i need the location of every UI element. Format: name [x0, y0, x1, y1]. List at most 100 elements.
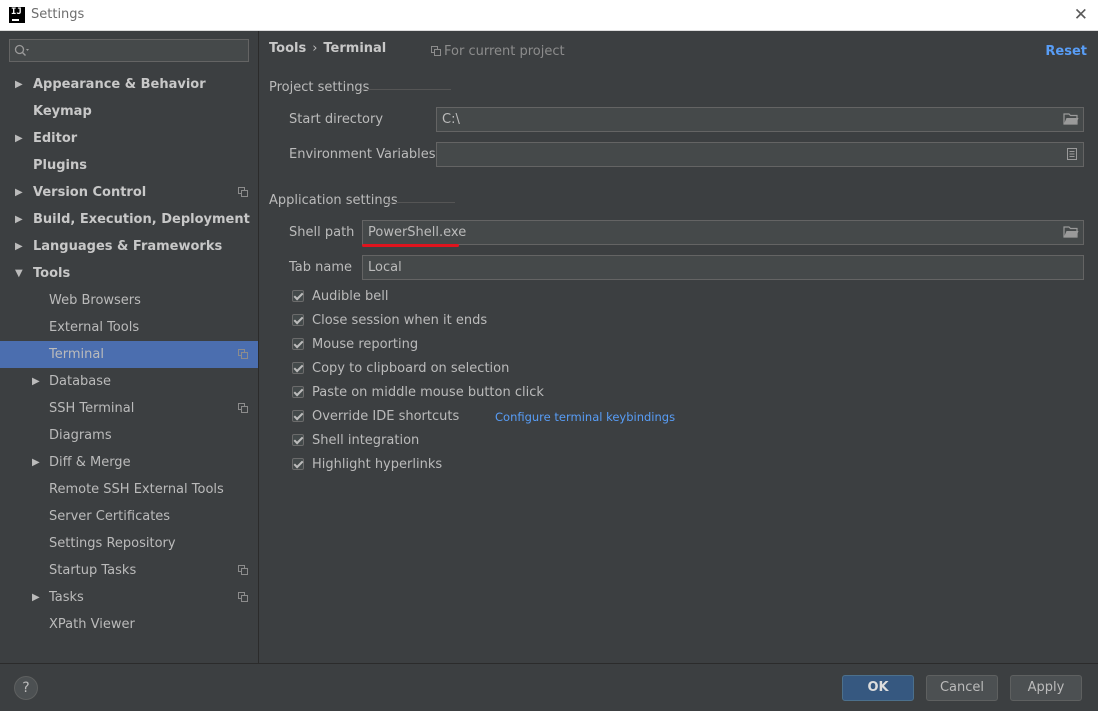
- checkbox-checked-icon[interactable]: [292, 458, 304, 470]
- chevron-right-icon[interactable]: ▶: [15, 125, 23, 152]
- checkbox-label: Mouse reporting: [312, 337, 419, 352]
- sidebar-item-xpath-viewer[interactable]: XPath Viewer: [0, 611, 258, 638]
- section-title: Application settings: [269, 193, 398, 208]
- breadcrumb: Tools › Terminal: [269, 41, 386, 56]
- edit-list-icon[interactable]: [1065, 147, 1079, 161]
- shell-path-value: PowerShell.exe: [368, 225, 467, 240]
- env-vars-field[interactable]: [436, 142, 1084, 167]
- help-button[interactable]: ?: [14, 676, 38, 700]
- settings-sidebar: ▶ Appearance & Behavior Keymap ▶ Editor Plugi…: [0, 31, 259, 663]
- sidebar-item-diagrams[interactable]: Diagrams: [0, 422, 258, 449]
- section-divider: [385, 202, 455, 203]
- folder-icon[interactable]: [1063, 225, 1079, 239]
- sidebar-item-label: Appearance & Behavior: [33, 77, 206, 92]
- search-icon: [14, 44, 29, 56]
- chevron-down-icon[interactable]: ▼: [15, 260, 23, 287]
- sidebar-item-startup-tasks[interactable]: Startup Tasks: [0, 557, 258, 584]
- sidebar-item-label: SSH Terminal: [49, 401, 135, 416]
- section-title: Project settings: [269, 80, 370, 95]
- sidebar-item-label: Tools: [33, 266, 71, 281]
- checkbox-checked-icon[interactable]: [292, 434, 304, 446]
- window-title: Settings: [31, 7, 85, 22]
- apply-button[interactable]: Apply: [1010, 675, 1082, 701]
- chevron-right-icon[interactable]: ▶: [32, 368, 40, 395]
- dialog-footer: ? OK Cancel Apply: [0, 663, 1098, 711]
- checkbox-label: Shell integration: [312, 433, 420, 448]
- settings-content: Tools › Terminal For current project Reset…: [259, 31, 1098, 663]
- breadcrumb-terminal: Terminal: [323, 41, 387, 56]
- sidebar-item-ssh-terminal[interactable]: SSH Terminal: [0, 395, 258, 422]
- sidebar-item-label: Web Browsers: [49, 293, 141, 308]
- sidebar-item-tools[interactable]: ▼ Tools: [0, 260, 258, 287]
- checkbox-label: Highlight hyperlinks: [312, 457, 443, 472]
- sidebar-item-settings-repository[interactable]: Settings Repository: [0, 530, 258, 557]
- tab-name-label: Tab name: [289, 260, 353, 275]
- checkbox-checked-icon[interactable]: [292, 386, 304, 398]
- sidebar-item-appearance-behavior[interactable]: ▶ Appearance & Behavior: [0, 71, 258, 98]
- chevron-right-icon[interactable]: ▶: [15, 233, 23, 260]
- start-directory-value: C:\: [442, 112, 460, 127]
- checkbox-label: Override IDE shortcuts: [312, 409, 460, 424]
- folder-icon[interactable]: [1063, 112, 1079, 126]
- sidebar-item-editor[interactable]: ▶ Editor: [0, 125, 258, 152]
- chevron-right-icon[interactable]: ▶: [15, 206, 23, 233]
- sidebar-item-label: Remote SSH External Tools: [49, 482, 224, 497]
- sidebar-item-label: Database: [49, 374, 112, 389]
- shell-path-label: Shell path: [289, 225, 355, 240]
- scope-indicator: For current project: [431, 44, 565, 59]
- scope-label: For current project: [444, 44, 565, 59]
- sidebar-item-web-browsers[interactable]: Web Browsers: [0, 287, 258, 314]
- intellij-logo-icon: IJ: [9, 7, 25, 23]
- breadcrumb-separator: ›: [312, 41, 318, 56]
- chevron-right-icon[interactable]: ▶: [32, 584, 40, 611]
- sidebar-item-label: Build, Execution, Deployment: [33, 212, 250, 227]
- chevron-right-icon[interactable]: ▶: [15, 179, 23, 206]
- ok-button[interactable]: OK: [842, 675, 914, 701]
- checkbox-checked-icon[interactable]: [292, 314, 304, 326]
- sidebar-item-remote-ssh-external-tools[interactable]: Remote SSH External Tools: [0, 476, 258, 503]
- checkbox-checked-icon[interactable]: [292, 338, 304, 350]
- project-settings-section: Project settings: [269, 80, 1088, 95]
- checkbox-checked-icon[interactable]: [292, 410, 304, 422]
- sidebar-item-version-control[interactable]: ▶ Version Control: [0, 179, 258, 206]
- sidebar-item-label: Keymap: [33, 104, 92, 119]
- sidebar-item-label: XPath Viewer: [49, 617, 135, 632]
- tab-name-value: Local: [368, 260, 402, 275]
- sidebar-item-database[interactable]: ▶ Database: [0, 368, 258, 395]
- checkbox-checked-icon[interactable]: [292, 290, 304, 302]
- sidebar-item-server-certificates[interactable]: Server Certificates: [0, 503, 258, 530]
- configure-keybindings-link[interactable]: Configure terminal keybindings: [495, 409, 675, 425]
- project-scope-icon: [238, 592, 248, 602]
- sidebar-item-external-tools[interactable]: External Tools: [0, 314, 258, 341]
- settings-tree: ▶ Appearance & Behavior Keymap ▶ Editor Plugi…: [0, 71, 258, 638]
- sidebar-item-keymap[interactable]: Keymap: [0, 98, 258, 125]
- checkbox-label: Audible bell: [312, 289, 389, 304]
- sidebar-item-build-execution-deployment[interactable]: ▶ Build, Execution, Deployment: [0, 206, 258, 233]
- start-directory-field[interactable]: C:\: [436, 107, 1084, 132]
- project-scope-icon: [238, 403, 248, 413]
- window-titlebar: IJ Settings ✕: [0, 0, 1098, 31]
- close-icon[interactable]: ✕: [1074, 5, 1088, 25]
- sidebar-item-label: Startup Tasks: [49, 563, 137, 578]
- project-scope-icon: [238, 349, 248, 359]
- sidebar-item-languages-frameworks[interactable]: ▶ Languages & Frameworks: [0, 233, 258, 260]
- chevron-right-icon[interactable]: ▶: [15, 71, 23, 98]
- sidebar-item-label: Terminal: [49, 347, 104, 362]
- reset-link[interactable]: Reset: [1045, 44, 1087, 59]
- sidebar-item-plugins[interactable]: Plugins: [0, 152, 258, 179]
- sidebar-item-terminal[interactable]: Terminal: [0, 341, 258, 368]
- chevron-right-icon[interactable]: ▶: [32, 449, 40, 476]
- breadcrumb-tools[interactable]: Tools: [269, 41, 306, 56]
- cancel-button[interactable]: Cancel: [926, 675, 998, 701]
- sidebar-item-label: Server Certificates: [49, 509, 171, 524]
- checkbox-label: Paste on middle mouse button click: [312, 385, 544, 400]
- sidebar-item-diff-merge[interactable]: ▶ Diff & Merge: [0, 449, 258, 476]
- checkbox-checked-icon[interactable]: [292, 362, 304, 374]
- sidebar-item-label: Diagrams: [49, 428, 112, 443]
- search-input[interactable]: [9, 39, 249, 62]
- shell-path-field[interactable]: PowerShell.exe: [362, 220, 1084, 245]
- sidebar-item-tasks[interactable]: ▶ Tasks: [0, 584, 258, 611]
- sidebar-item-label: Diff & Merge: [49, 455, 131, 470]
- env-vars-label: Environment Variables: [289, 147, 436, 162]
- tab-name-field[interactable]: Local: [362, 255, 1084, 280]
